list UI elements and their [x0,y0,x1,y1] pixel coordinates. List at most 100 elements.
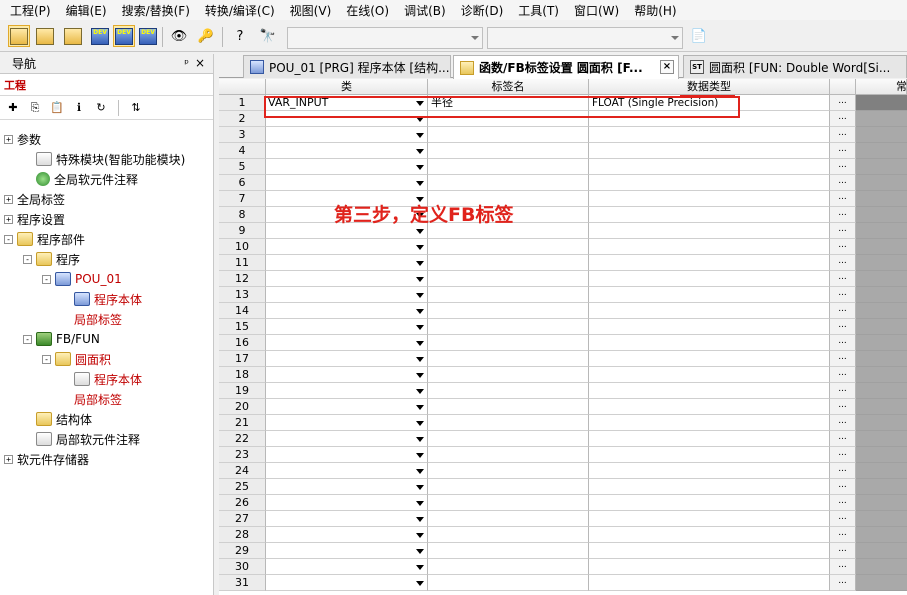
menu-item[interactable]: 编辑(E) [66,2,107,19]
data-type-cell[interactable] [589,271,830,287]
label-name-cell[interactable] [428,255,589,271]
class-cell[interactable] [266,559,428,575]
expand-icon[interactable]: + [4,194,13,204]
label-name-cell[interactable] [428,383,589,399]
tree-node[interactable]: - FB/FUN [23,329,100,349]
chevron-down-icon[interactable] [416,533,424,538]
pin-icon[interactable]: ᵖ [184,57,189,70]
window-toolbar-button[interactable] [62,25,84,47]
info-icon[interactable]: ℹ [70,99,88,117]
data-type-cell[interactable] [589,495,830,511]
data-type-cell[interactable] [589,175,830,191]
data-type-cell[interactable] [589,383,830,399]
editor-tab[interactable]: POU_01 [PRG] 程序本体 [结构... [243,55,451,78]
toolbar-combo-2[interactable] [487,27,683,49]
label-name-cell[interactable] [428,559,589,575]
tree-node[interactable]: 结构体 [36,409,92,429]
data-type-cell[interactable] [589,335,830,351]
class-cell[interactable] [266,415,428,431]
expand-icon[interactable]: + [4,454,13,464]
data-type-browse-button[interactable]: ... [830,223,856,239]
label-name-cell[interactable] [428,143,589,159]
label-name-cell[interactable] [428,399,589,415]
class-cell[interactable] [266,255,428,271]
label-name-cell[interactable] [428,175,589,191]
data-type-column-header[interactable]: 数据类型 [589,79,830,95]
data-type-browse-button[interactable]: ... [830,479,856,495]
chevron-down-icon[interactable] [416,357,424,362]
data-type-browse-button[interactable]: ... [830,127,856,143]
class-cell[interactable] [266,527,428,543]
data-type-browse-button[interactable]: ... [830,207,856,223]
class-cell[interactable] [266,431,428,447]
label-name-cell[interactable] [428,319,589,335]
class-cell[interactable] [266,447,428,463]
class-column-header[interactable]: 类 [266,79,428,95]
chevron-down-icon[interactable] [416,261,424,266]
new-data-icon[interactable]: ✚ [4,99,22,117]
collapse-icon[interactable]: - [23,334,32,344]
class-cell[interactable] [266,127,428,143]
copy-icon[interactable]: ⎘ [26,99,44,117]
chevron-down-icon[interactable] [416,581,424,586]
constant-column-header[interactable]: 常 [856,79,907,95]
data-type-cell[interactable] [589,143,830,159]
class-cell[interactable] [266,543,428,559]
class-cell[interactable] [266,399,428,415]
dev-toolbar-button-2[interactable]: DEV [113,25,135,47]
chevron-down-icon[interactable] [416,517,424,522]
data-type-cell[interactable] [589,287,830,303]
chevron-down-icon[interactable] [416,165,424,170]
close-icon[interactable]: × [660,60,674,74]
class-cell[interactable] [266,287,428,303]
data-type-cell[interactable] [589,447,830,463]
chevron-down-icon[interactable] [416,229,424,234]
tree-node[interactable]: + 参数 [4,129,239,222]
tree-node[interactable]: 全局软元件注释 [36,169,138,189]
label-name-cell[interactable] [428,447,589,463]
class-cell[interactable] [266,463,428,479]
data-type-browse-button[interactable]: ... [830,95,856,111]
label-name-cell[interactable] [428,463,589,479]
tree-node[interactable]: 局部软元件注释 [36,429,140,449]
collapse-icon[interactable]: - [4,234,13,244]
data-type-browse-button[interactable]: ... [830,111,856,127]
data-type-browse-button[interactable]: ... [830,271,856,287]
label-name-cell[interactable]: 半径 [428,95,589,111]
chevron-down-icon[interactable] [416,101,424,106]
data-type-browse-button[interactable]: ... [830,575,856,591]
menu-item[interactable]: 工程(P) [10,2,51,19]
chevron-down-icon[interactable] [416,309,424,314]
tree-node[interactable]: 局部标签 [74,389,309,482]
data-type-cell[interactable] [589,111,830,127]
chevron-down-icon[interactable] [416,325,424,330]
label-name-cell[interactable] [428,575,589,591]
label-name-cell[interactable] [428,367,589,383]
data-type-browse-button[interactable]: ... [830,495,856,511]
class-cell[interactable] [266,335,428,351]
data-type-cell[interactable] [589,207,830,223]
data-type-cell[interactable] [589,239,830,255]
data-type-cell[interactable]: FLOAT (Single Precision) [589,95,830,111]
class-cell[interactable] [266,303,428,319]
help-toolbar-button[interactable]: ? [229,25,251,47]
expand-icon[interactable]: + [4,134,13,144]
data-type-browse-button[interactable]: ... [830,239,856,255]
label-name-cell[interactable] [428,415,589,431]
label-name-cell[interactable] [428,287,589,303]
data-type-cell[interactable] [589,367,830,383]
tree-node[interactable]: - 程序部件 [4,229,85,249]
data-type-browse-button[interactable]: ... [830,143,856,159]
chevron-down-icon[interactable] [416,501,424,506]
chevron-down-icon[interactable] [416,293,424,298]
monitor-toolbar-button[interactable]: 👁 [168,25,190,47]
class-cell[interactable] [266,239,428,255]
data-type-browse-button[interactable]: ... [830,159,856,175]
menu-item[interactable]: 窗口(W) [574,2,619,19]
paste-icon[interactable]: 📋 [48,99,66,117]
editor-tab[interactable]: 函数/FB标签设置 圆面积 [F... × [453,55,679,79]
data-type-browse-button[interactable]: ... [830,383,856,399]
data-type-cell[interactable] [589,431,830,447]
menu-item[interactable]: 帮助(H) [634,2,676,19]
data-type-cell[interactable] [589,543,830,559]
